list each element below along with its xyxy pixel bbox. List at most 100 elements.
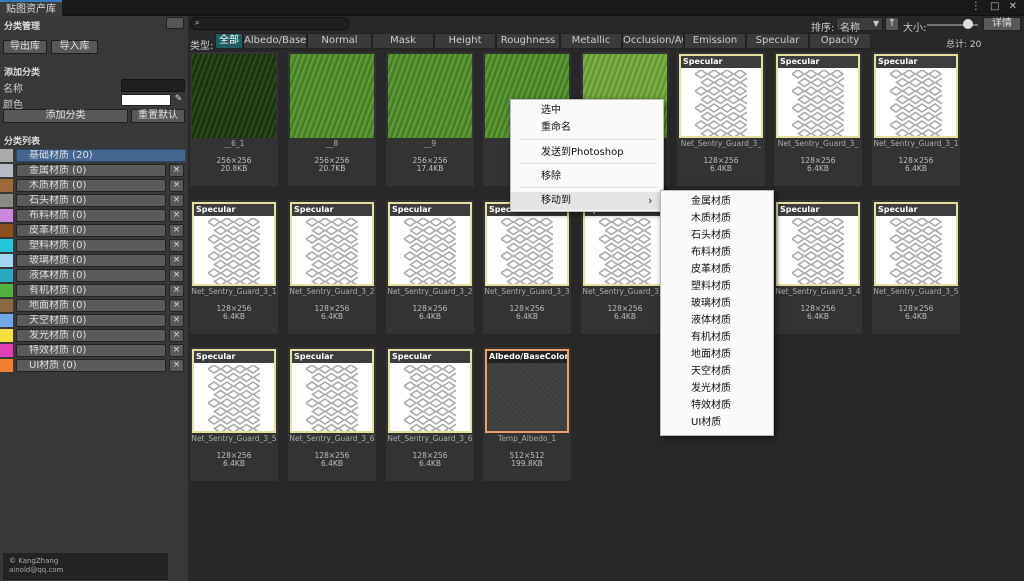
filter-tab[interactable]: Specular [746, 33, 809, 49]
move-to-category-item[interactable]: 玻璃材质 [661, 295, 775, 312]
delete-category-icon[interactable]: × [169, 359, 184, 372]
category-label[interactable]: 金属材质 (0) [16, 164, 166, 177]
filter-tab[interactable]: Height [434, 33, 496, 49]
category-row[interactable]: 液体材质 (0) × [0, 269, 188, 283]
move-to-category-item[interactable]: 石头材质 [661, 227, 775, 244]
detail-button[interactable]: 详情 [983, 17, 1021, 31]
category-label[interactable]: 特效材质 (0) [16, 344, 166, 357]
texture-card[interactable]: Specular Net_Sentry_Guard_3_6 128×256 6.4KB [386, 347, 474, 481]
filter-tab[interactable]: Emission [684, 33, 746, 49]
texture-card[interactable]: Specular Net_Sentry_Guard_3_6 128×256 6.4KB [288, 347, 376, 481]
category-label[interactable]: 塑料材质 (0) [16, 239, 166, 252]
category-row[interactable]: 石头材质 (0) × [0, 194, 188, 208]
texture-card[interactable]: Specular Net_Sentry_Guard_3_2 128×256 6.4KB [288, 200, 376, 334]
filter-tab[interactable]: Roughness [496, 33, 560, 49]
delete-category-icon[interactable]: × [169, 269, 184, 282]
move-to-category-item[interactable]: 液体材质 [661, 312, 775, 329]
color-swatch[interactable] [121, 94, 171, 106]
texture-card[interactable]: SpecularNet_Sentry_Guard_3_3128×2566.4KB [483, 200, 571, 334]
texture-thumbnail[interactable]: Specular [583, 202, 667, 286]
texture-thumbnail[interactable]: Specular [192, 202, 276, 286]
move-to-category-item[interactable]: 金属材质 [661, 193, 775, 210]
filter-tab[interactable]: 全部 [215, 33, 243, 49]
category-row[interactable]: 布料材质 (0) × [0, 209, 188, 223]
category-label[interactable]: 木质材质 (0) [16, 179, 166, 192]
window-controls-icon[interactable]: ⋮ □ ✕ [971, 1, 1020, 12]
category-label[interactable]: 发光材质 (0) [16, 329, 166, 342]
category-label[interactable]: UI材质 (0) [16, 359, 166, 372]
category-row[interactable]: 皮革材质 (0) × [0, 224, 188, 238]
category-label[interactable]: 基础材质 (20) [16, 149, 186, 162]
delete-category-icon[interactable]: × [169, 254, 184, 267]
move-to-category-item[interactable]: 发光材质 [661, 380, 775, 397]
texture-card[interactable]: Specular Net_Sentry_Guard_3_ 128×256 6.4KB [677, 52, 765, 186]
texture-thumbnail[interactable]: Specular [776, 54, 860, 138]
export-button[interactable]: 导出库 [3, 40, 47, 54]
move-to-category-item[interactable]: 地面材质 [661, 346, 775, 363]
texture-thumbnail[interactable] [290, 54, 374, 138]
texture-card[interactable]: Specular Net_Sentry_Guard_3_ 128×256 6.4KB [774, 52, 862, 186]
delete-category-icon[interactable]: × [169, 224, 184, 237]
search-input[interactable] [190, 17, 349, 30]
category-row[interactable]: 发光材质 (0) × [0, 329, 188, 343]
texture-thumbnail[interactable] [192, 54, 276, 138]
delete-category-icon[interactable]: × [169, 194, 184, 207]
category-label[interactable]: 皮革材质 (0) [16, 224, 166, 237]
texture-thumbnail[interactable]: Specular [290, 349, 374, 433]
size-slider-thumb[interactable] [962, 19, 973, 29]
delete-category-icon[interactable]: × [169, 344, 184, 357]
delete-category-icon[interactable]: × [169, 179, 184, 192]
category-row[interactable]: 有机材质 (0) × [0, 284, 188, 298]
texture-thumbnail[interactable]: Specular [192, 349, 276, 433]
delete-category-icon[interactable]: × [169, 299, 184, 312]
filter-tab[interactable]: Albedo/BaseColor [243, 33, 307, 49]
delete-category-icon[interactable]: × [169, 314, 184, 327]
texture-thumbnail[interactable]: Specular [679, 54, 763, 138]
texture-thumbnail[interactable]: Specular [776, 202, 860, 286]
filter-tab[interactable]: Occlusion/AO [622, 33, 684, 49]
category-label[interactable]: 地面材质 (0) [16, 299, 166, 312]
sort-dropdown[interactable]: 名称 ▼ [836, 17, 883, 34]
delete-category-icon[interactable]: × [169, 239, 184, 252]
category-label[interactable]: 布料材质 (0) [16, 209, 166, 222]
import-button[interactable]: 导入库 [51, 40, 98, 54]
category-label[interactable]: 玻璃材质 (0) [16, 254, 166, 267]
texture-card[interactable]: __8 256×256 20.7KB [288, 52, 376, 186]
texture-card[interactable]: Specular Net_Sentry_Guard_3_4 128×256 6.4KB [774, 200, 862, 334]
context-menu-item[interactable]: 发送到Photoshop [511, 144, 665, 162]
window-tab[interactable]: 贴图资产库 [0, 0, 62, 16]
add-category-button[interactable]: 添加分类 [3, 109, 128, 123]
move-to-category-item[interactable]: 天空材质 [661, 363, 775, 380]
texture-card[interactable]: Specular Net_Sentry_Guard_3_5 128×256 6.4KB [872, 200, 960, 334]
texture-thumbnail[interactable]: Specular [388, 349, 472, 433]
sort-direction-button[interactable]: ↑ [885, 17, 899, 31]
category-label[interactable]: 石头材质 (0) [16, 194, 166, 207]
category-row[interactable]: 基础材质 (20) [0, 149, 188, 163]
texture-card[interactable]: SpecularNet_Sentry_Guard_3_3128×2566.4KB [581, 200, 669, 334]
filter-tab[interactable]: Metallic [560, 33, 622, 49]
texture-thumbnail[interactable]: Specular [290, 202, 374, 286]
delete-category-icon[interactable]: × [169, 284, 184, 297]
context-menu-item[interactable]: 移除 [511, 168, 665, 186]
texture-thumbnail[interactable] [388, 54, 472, 138]
category-label[interactable]: 天空材质 (0) [16, 314, 166, 327]
category-row[interactable]: 塑料材质 (0) × [0, 239, 188, 253]
texture-card[interactable]: Albedo/BaseColor Temp_Albedo_1 512×512 199.… [483, 347, 571, 481]
move-to-category-item[interactable]: 有机材质 [661, 329, 775, 346]
texture-thumbnail[interactable]: Albedo/BaseColor [485, 349, 569, 433]
category-label[interactable]: 有机材质 (0) [16, 284, 166, 297]
move-to-category-item[interactable]: 塑料材质 [661, 278, 775, 295]
category-row[interactable]: 玻璃材质 (0) × [0, 254, 188, 268]
filter-tab[interactable]: Mask [372, 33, 434, 49]
category-row[interactable]: 地面材质 (0) × [0, 299, 188, 313]
move-to-category-item[interactable]: 木质材质 [661, 210, 775, 227]
context-menu-item[interactable]: 选中 [511, 102, 665, 120]
texture-card[interactable]: __6_1 256×256 20.8KB [190, 52, 278, 186]
category-row[interactable]: UI材质 (0) × [0, 359, 188, 373]
move-to-category-item[interactable]: 皮革材质 [661, 261, 775, 278]
delete-category-icon[interactable]: × [169, 329, 184, 342]
texture-card[interactable]: __9 256×256 17.4KB [386, 52, 474, 186]
texture-card[interactable]: Specular Net_Sentry_Guard_3_1 128×256 6.4KB [190, 200, 278, 334]
move-to-category-item[interactable]: 特效材质 [661, 397, 775, 414]
eyedropper-icon[interactable]: ✎ [172, 94, 185, 106]
